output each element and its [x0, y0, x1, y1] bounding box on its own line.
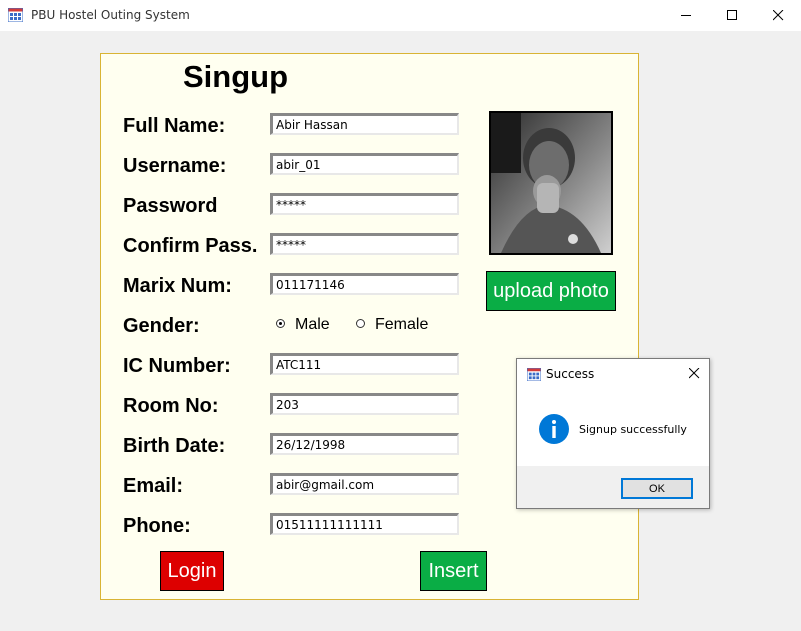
dialog-message: Signup successfully: [579, 423, 687, 436]
full-name-label: Full Name:: [123, 115, 226, 137]
matrix-number-field[interactable]: 011171146: [270, 273, 459, 295]
close-button[interactable]: [755, 0, 801, 31]
dialog-app-icon: [527, 368, 541, 381]
radio-selected-dot: [279, 322, 282, 325]
info-icon: [539, 414, 569, 444]
phone-field[interactable]: 01511111111111: [270, 513, 459, 535]
email-label: Email:: [123, 475, 184, 497]
page-title: Singup: [183, 59, 289, 94]
gender-male-label[interactable]: Male: [295, 316, 330, 334]
dialog-close-icon[interactable]: [689, 368, 700, 379]
username-label: Username:: [123, 155, 227, 177]
ok-button[interactable]: OK: [621, 478, 693, 499]
phone-label: Phone:: [123, 515, 191, 537]
upload-photo-button[interactable]: upload photo: [486, 271, 616, 311]
profile-photo-image: [491, 113, 611, 253]
dialog-footer: OK: [517, 466, 709, 508]
minimize-button[interactable]: [663, 0, 709, 31]
birth-date-field[interactable]: 26/12/1998: [270, 433, 459, 455]
birth-date-label: Birth Date:: [123, 435, 226, 457]
confirm-password-field[interactable]: *****: [270, 233, 459, 255]
matrix-number-label: Marix Num:: [123, 275, 232, 297]
dialog-title: Success: [546, 367, 595, 381]
maximize-icon: [726, 10, 737, 20]
minimize-icon: [680, 15, 691, 16]
profile-photo: [489, 111, 613, 255]
gender-female-radio[interactable]: [356, 319, 365, 328]
confirm-password-label: Confirm Pass.: [123, 235, 258, 257]
window-title: PBU Hostel Outing System: [31, 8, 190, 22]
password-field[interactable]: *****: [270, 193, 459, 215]
title-bar: PBU Hostel Outing System: [0, 0, 801, 31]
email-field[interactable]: abir@gmail.com: [270, 473, 459, 495]
gender-female-label[interactable]: Female: [375, 316, 428, 334]
success-dialog: Success Signup successfully OK: [516, 358, 710, 509]
login-button[interactable]: Login: [160, 551, 224, 591]
room-number-label: Room No:: [123, 395, 219, 417]
app-icon: [8, 8, 23, 22]
username-field[interactable]: abir_01: [270, 153, 459, 175]
ic-number-field[interactable]: ATC111: [270, 353, 459, 375]
maximize-button[interactable]: [709, 0, 755, 31]
close-icon: [772, 10, 783, 21]
gender-male-radio[interactable]: [276, 319, 285, 328]
ic-number-label: IC Number:: [123, 355, 231, 377]
room-number-field[interactable]: 203: [270, 393, 459, 415]
password-label: Password: [123, 195, 218, 217]
full-name-field[interactable]: Abir Hassan: [270, 113, 459, 135]
insert-button[interactable]: Insert: [420, 551, 487, 591]
gender-label: Gender:: [123, 315, 200, 337]
